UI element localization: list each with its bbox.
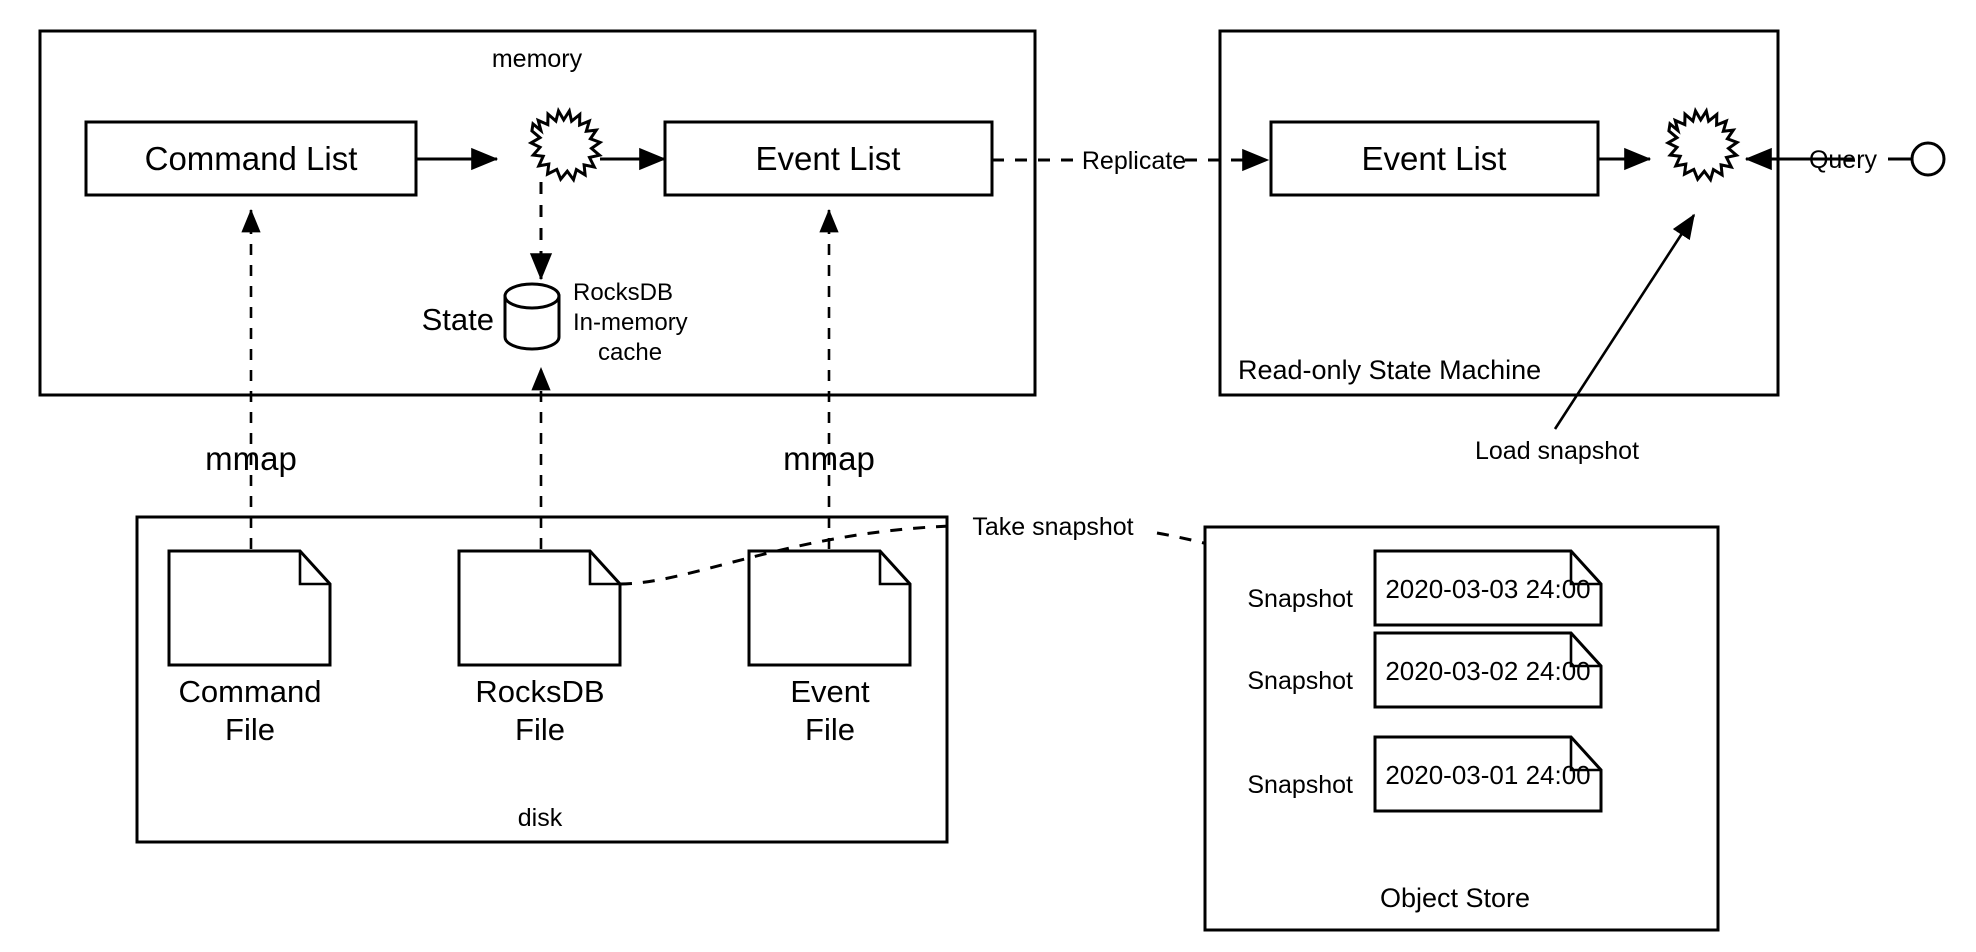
snapshot-timestamp-0: 2020-03-03 24:00 (1385, 574, 1590, 604)
disk-file-event-line1: Event (790, 674, 870, 709)
take-snapshot-label: Take snapshot (972, 513, 1133, 541)
disk-file-rocksdb-line1: RocksDB (475, 674, 604, 709)
disk-file-rocksdb-line2: File (515, 712, 565, 747)
snapshot-label-1: Snapshot (1247, 667, 1353, 695)
object-store-label: Object Store (1380, 883, 1530, 913)
architecture-diagram: memory Command List Event List State Roc… (38, 29, 1946, 932)
readonly-state-machine-container: Read-only State Machine (1218, 29, 1780, 397)
snapshot-label-0: Snapshot (1247, 585, 1353, 613)
disk-file-event-line2: File (805, 712, 855, 747)
readonly-state-machine-label: Read-only State Machine (1238, 355, 1541, 385)
mmap-label-command: mmap (205, 440, 297, 477)
query-label: Query (1809, 146, 1878, 174)
memory-container-label: memory (492, 45, 583, 73)
snapshot-timestamp-2: 2020-03-01 24:00 (1385, 760, 1590, 790)
disk-file-command-line2: File (225, 712, 275, 747)
event-list-label-memory: Event List (756, 140, 901, 177)
state-annotation-rocksdb: RocksDB (573, 279, 673, 306)
mmap-label-event: mmap (783, 440, 875, 477)
disk-file-command-line1: Command (179, 674, 322, 709)
event-list-node-memory[interactable]: Event List (663, 120, 994, 197)
load-snapshot-label: Load snapshot (1475, 437, 1639, 465)
state-annotation-inmemory: In-memory (573, 309, 688, 336)
event-list-label-readonly: Event List (1362, 140, 1507, 177)
command-list-node[interactable]: Command List (84, 120, 418, 197)
state-annotation-cache: cache (598, 339, 662, 366)
replicate-label: Replicate (1082, 147, 1186, 175)
snapshot-label-2: Snapshot (1247, 771, 1353, 799)
event-list-node-readonly[interactable]: Event List (1269, 120, 1600, 197)
query-client-node[interactable] (1910, 141, 1946, 177)
state-label: State (422, 302, 494, 337)
diagram-canvas: memory Command List Event List State Roc… (0, 0, 1976, 952)
snapshot-timestamp-1: 2020-03-02 24:00 (1385, 656, 1590, 686)
disk-container-label: disk (518, 804, 563, 832)
command-list-label: Command List (145, 140, 358, 177)
